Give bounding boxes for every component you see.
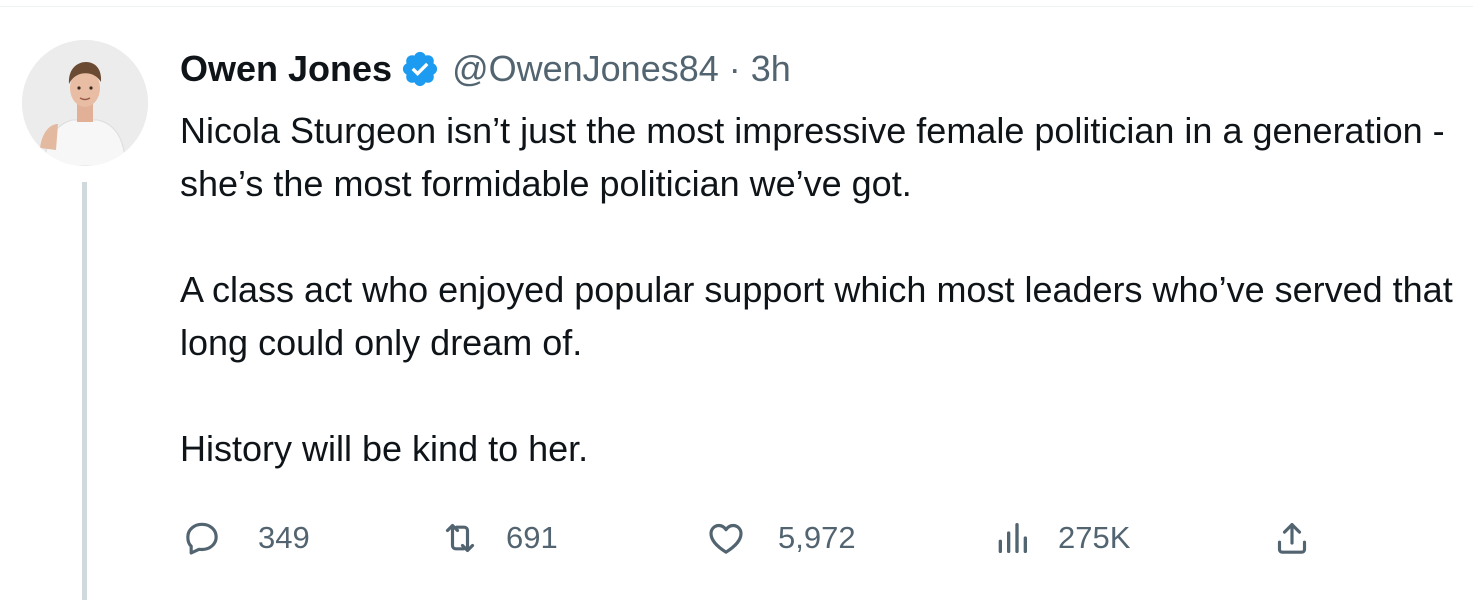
heart-icon (704, 516, 748, 560)
views-chart-icon (990, 516, 1034, 560)
thread-line (82, 182, 87, 600)
share-button[interactable] (1270, 510, 1314, 566)
tweet-paragraph: History will be kind to her. (180, 428, 589, 469)
separator-dot: · (728, 48, 741, 89)
views-count: 275K (1058, 520, 1131, 555)
like-button[interactable]: 5,972 (704, 510, 856, 566)
retweet-count: 691 (506, 520, 558, 555)
retweet-icon (438, 516, 482, 560)
avatar[interactable] (22, 40, 148, 166)
retweet-button[interactable]: 691 (438, 510, 558, 566)
reply-count: 349 (258, 520, 310, 555)
reply-button[interactable]: 349 (180, 510, 310, 566)
like-count: 5,972 (778, 520, 856, 555)
reply-icon (180, 516, 224, 560)
views-button[interactable]: 275K (990, 510, 1130, 566)
tweet-text: Nicola Sturgeon isn’t just the most impr… (180, 104, 1460, 528)
display-name[interactable]: Owen Jones (180, 48, 392, 90)
tweet-header: Owen Jones @OwenJones84 · 3h (180, 44, 791, 94)
share-icon (1270, 516, 1314, 560)
tweet-paragraph: A class act who enjoyed popular support … (180, 269, 1453, 363)
tweet-paragraph: Nicola Sturgeon isn’t just the most impr… (180, 110, 1445, 204)
timestamp[interactable]: 3h (751, 48, 791, 90)
tweet-actions: 349 691 5,972 275K (180, 510, 1320, 566)
avatar-photo (22, 40, 148, 166)
verified-badge-icon[interactable] (400, 49, 440, 89)
user-handle[interactable]: @OwenJones84 (452, 48, 719, 90)
top-divider (0, 6, 1473, 7)
